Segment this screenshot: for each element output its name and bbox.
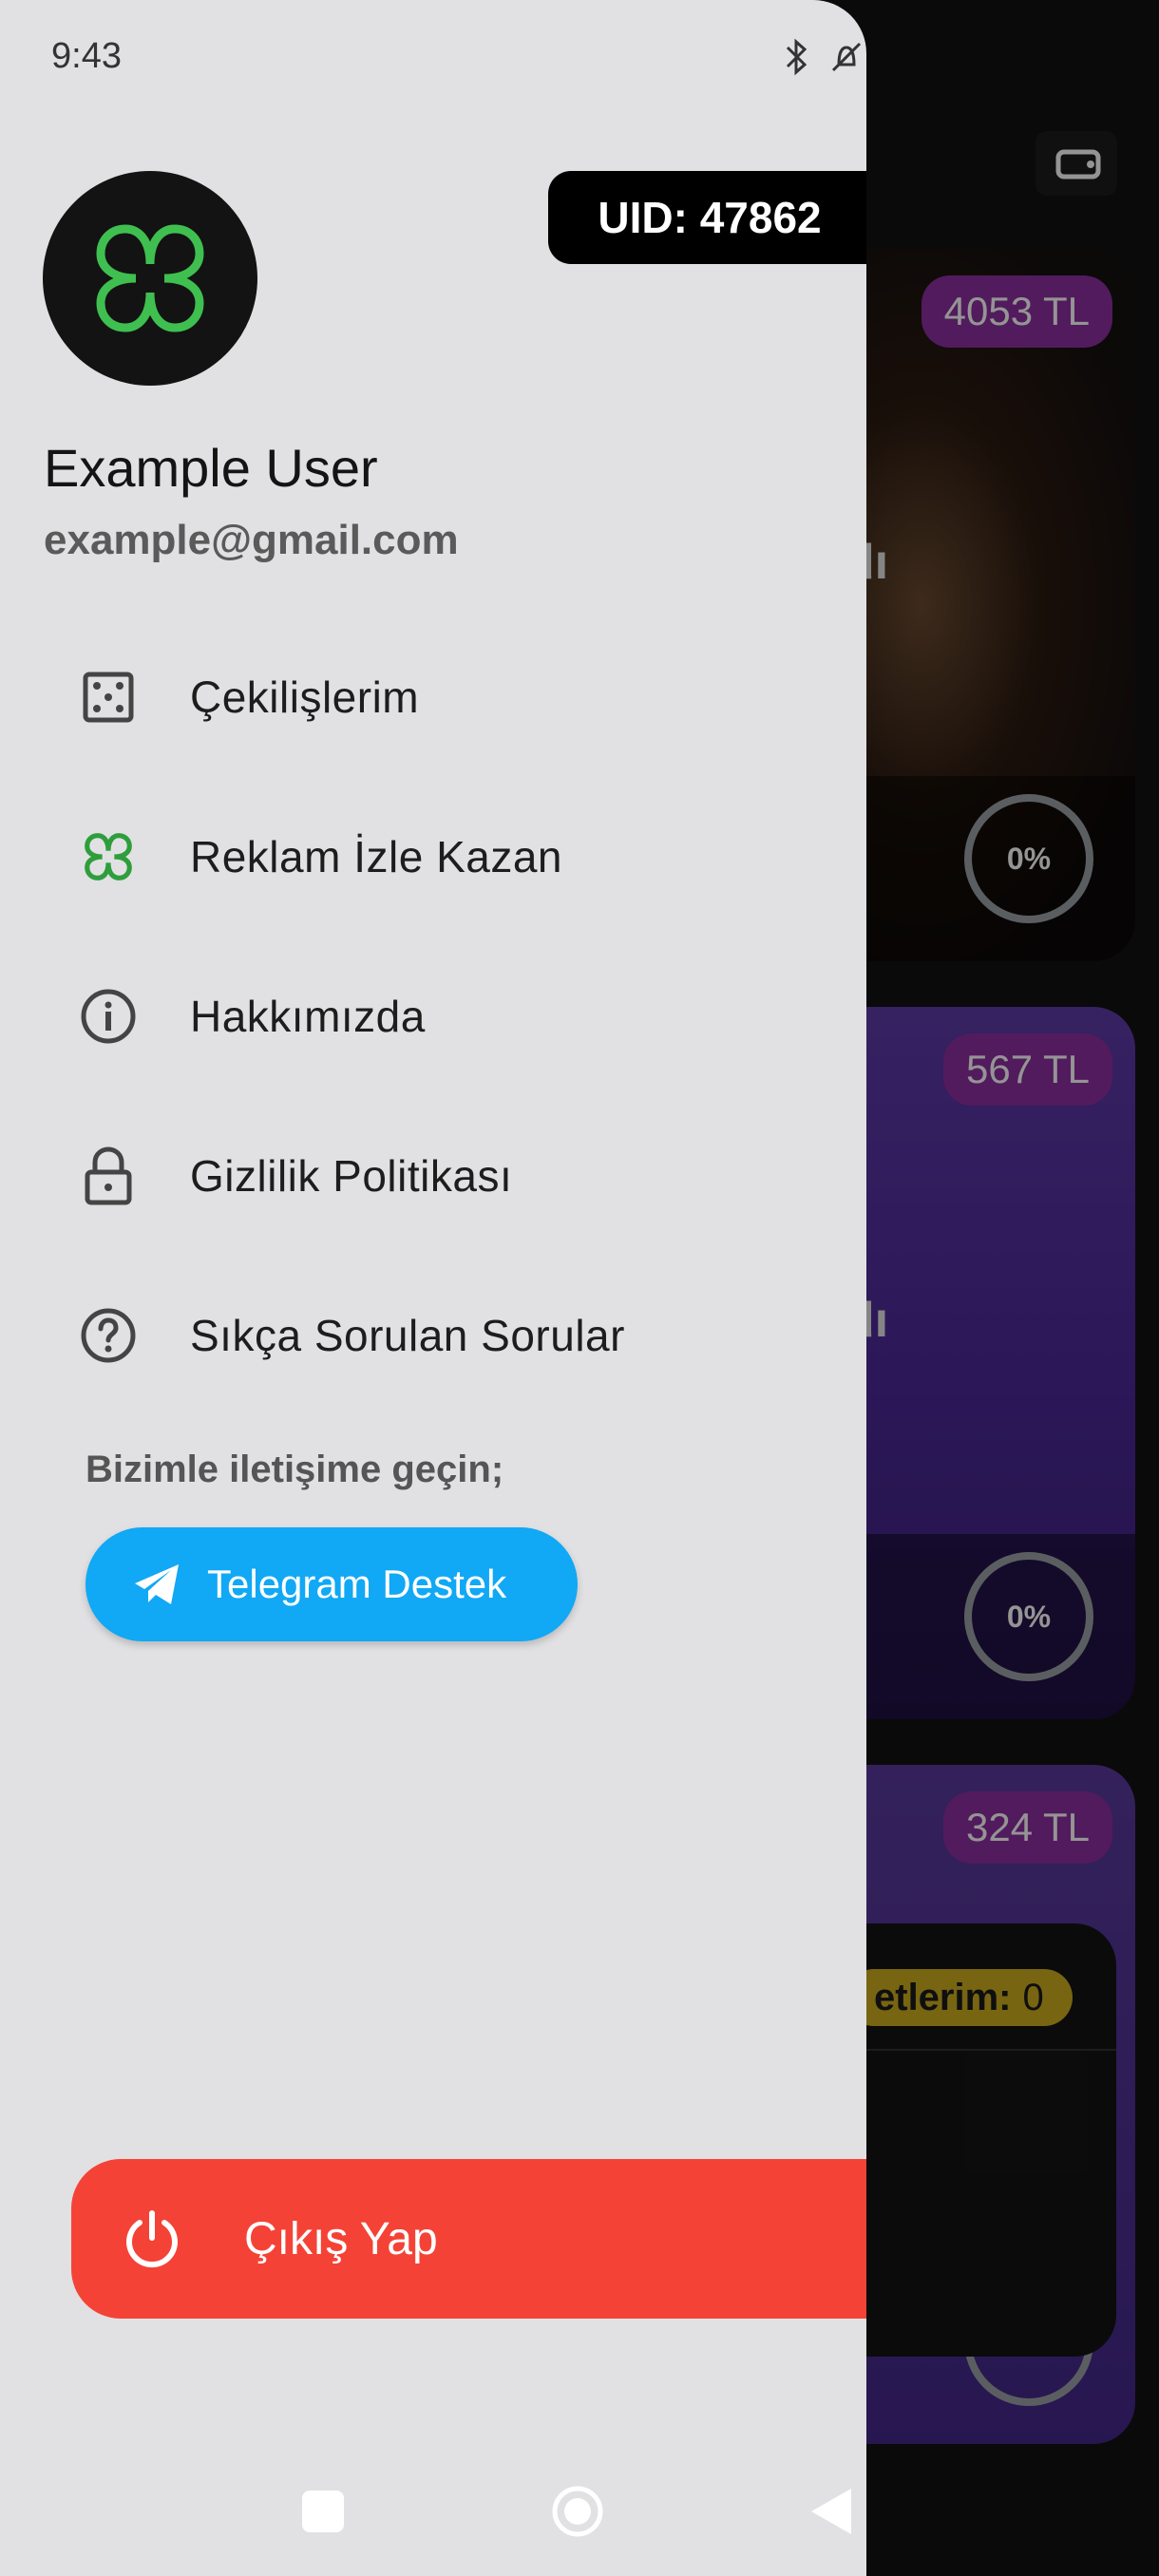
help-icon	[76, 1303, 141, 1368]
logout-button[interactable]: Çıkış Yap	[71, 2159, 866, 2319]
telegram-icon	[135, 1564, 179, 1604]
system-navigation-bar	[0, 2470, 866, 2576]
menu-item-label: Gizlilik Politikası	[190, 1151, 513, 1201]
status-icons: 89	[784, 38, 866, 76]
info-icon	[76, 984, 141, 1049]
lock-icon	[76, 1144, 141, 1208]
navigation-drawer: 9:43 89 UID: 47862 Example User example@…	[0, 0, 866, 2576]
vibrate-icon	[831, 42, 862, 72]
contact-label: Bizimle iletişime geçin;	[86, 1449, 504, 1490]
user-name: Example User	[44, 438, 378, 498]
telegram-support-button[interactable]: Telegram Destek	[86, 1527, 578, 1641]
app-logo	[43, 171, 257, 386]
menu-item-faq[interactable]: Sıkça Sorulan Sorular	[76, 1279, 836, 1392]
bluetooth-icon	[786, 38, 808, 76]
menu-item-label: Çekilişlerim	[190, 672, 420, 722]
logout-label: Çıkış Yap	[244, 2213, 438, 2264]
clover-icon	[76, 824, 141, 889]
menu-item-label: Hakkımızda	[190, 992, 426, 1041]
status-time: 9:43	[51, 36, 122, 76]
home-button[interactable]	[549, 2483, 606, 2540]
uid-chip: UID: 47862	[548, 171, 866, 264]
back-button[interactable]	[808, 2485, 855, 2538]
recents-button[interactable]	[302, 2491, 344, 2532]
menu-item-label: Sıkça Sorulan Sorular	[190, 1311, 625, 1360]
menu-item-privacy-policy[interactable]: Gizlilik Politikası	[76, 1119, 836, 1233]
telegram-support-label: Telegram Destek	[207, 1562, 507, 1606]
power-icon	[126, 2210, 178, 2268]
dice-icon	[76, 665, 141, 729]
menu-item-my-raffles[interactable]: Çekilişlerim	[76, 640, 836, 754]
user-email: example@gmail.com	[44, 517, 459, 563]
menu-item-label: Reklam İzle Kazan	[190, 832, 562, 881]
menu-item-watch-ad-earn[interactable]: Reklam İzle Kazan	[76, 800, 836, 914]
menu-item-about[interactable]: Hakkımızda	[76, 959, 836, 1073]
clover-icon	[96, 224, 204, 332]
